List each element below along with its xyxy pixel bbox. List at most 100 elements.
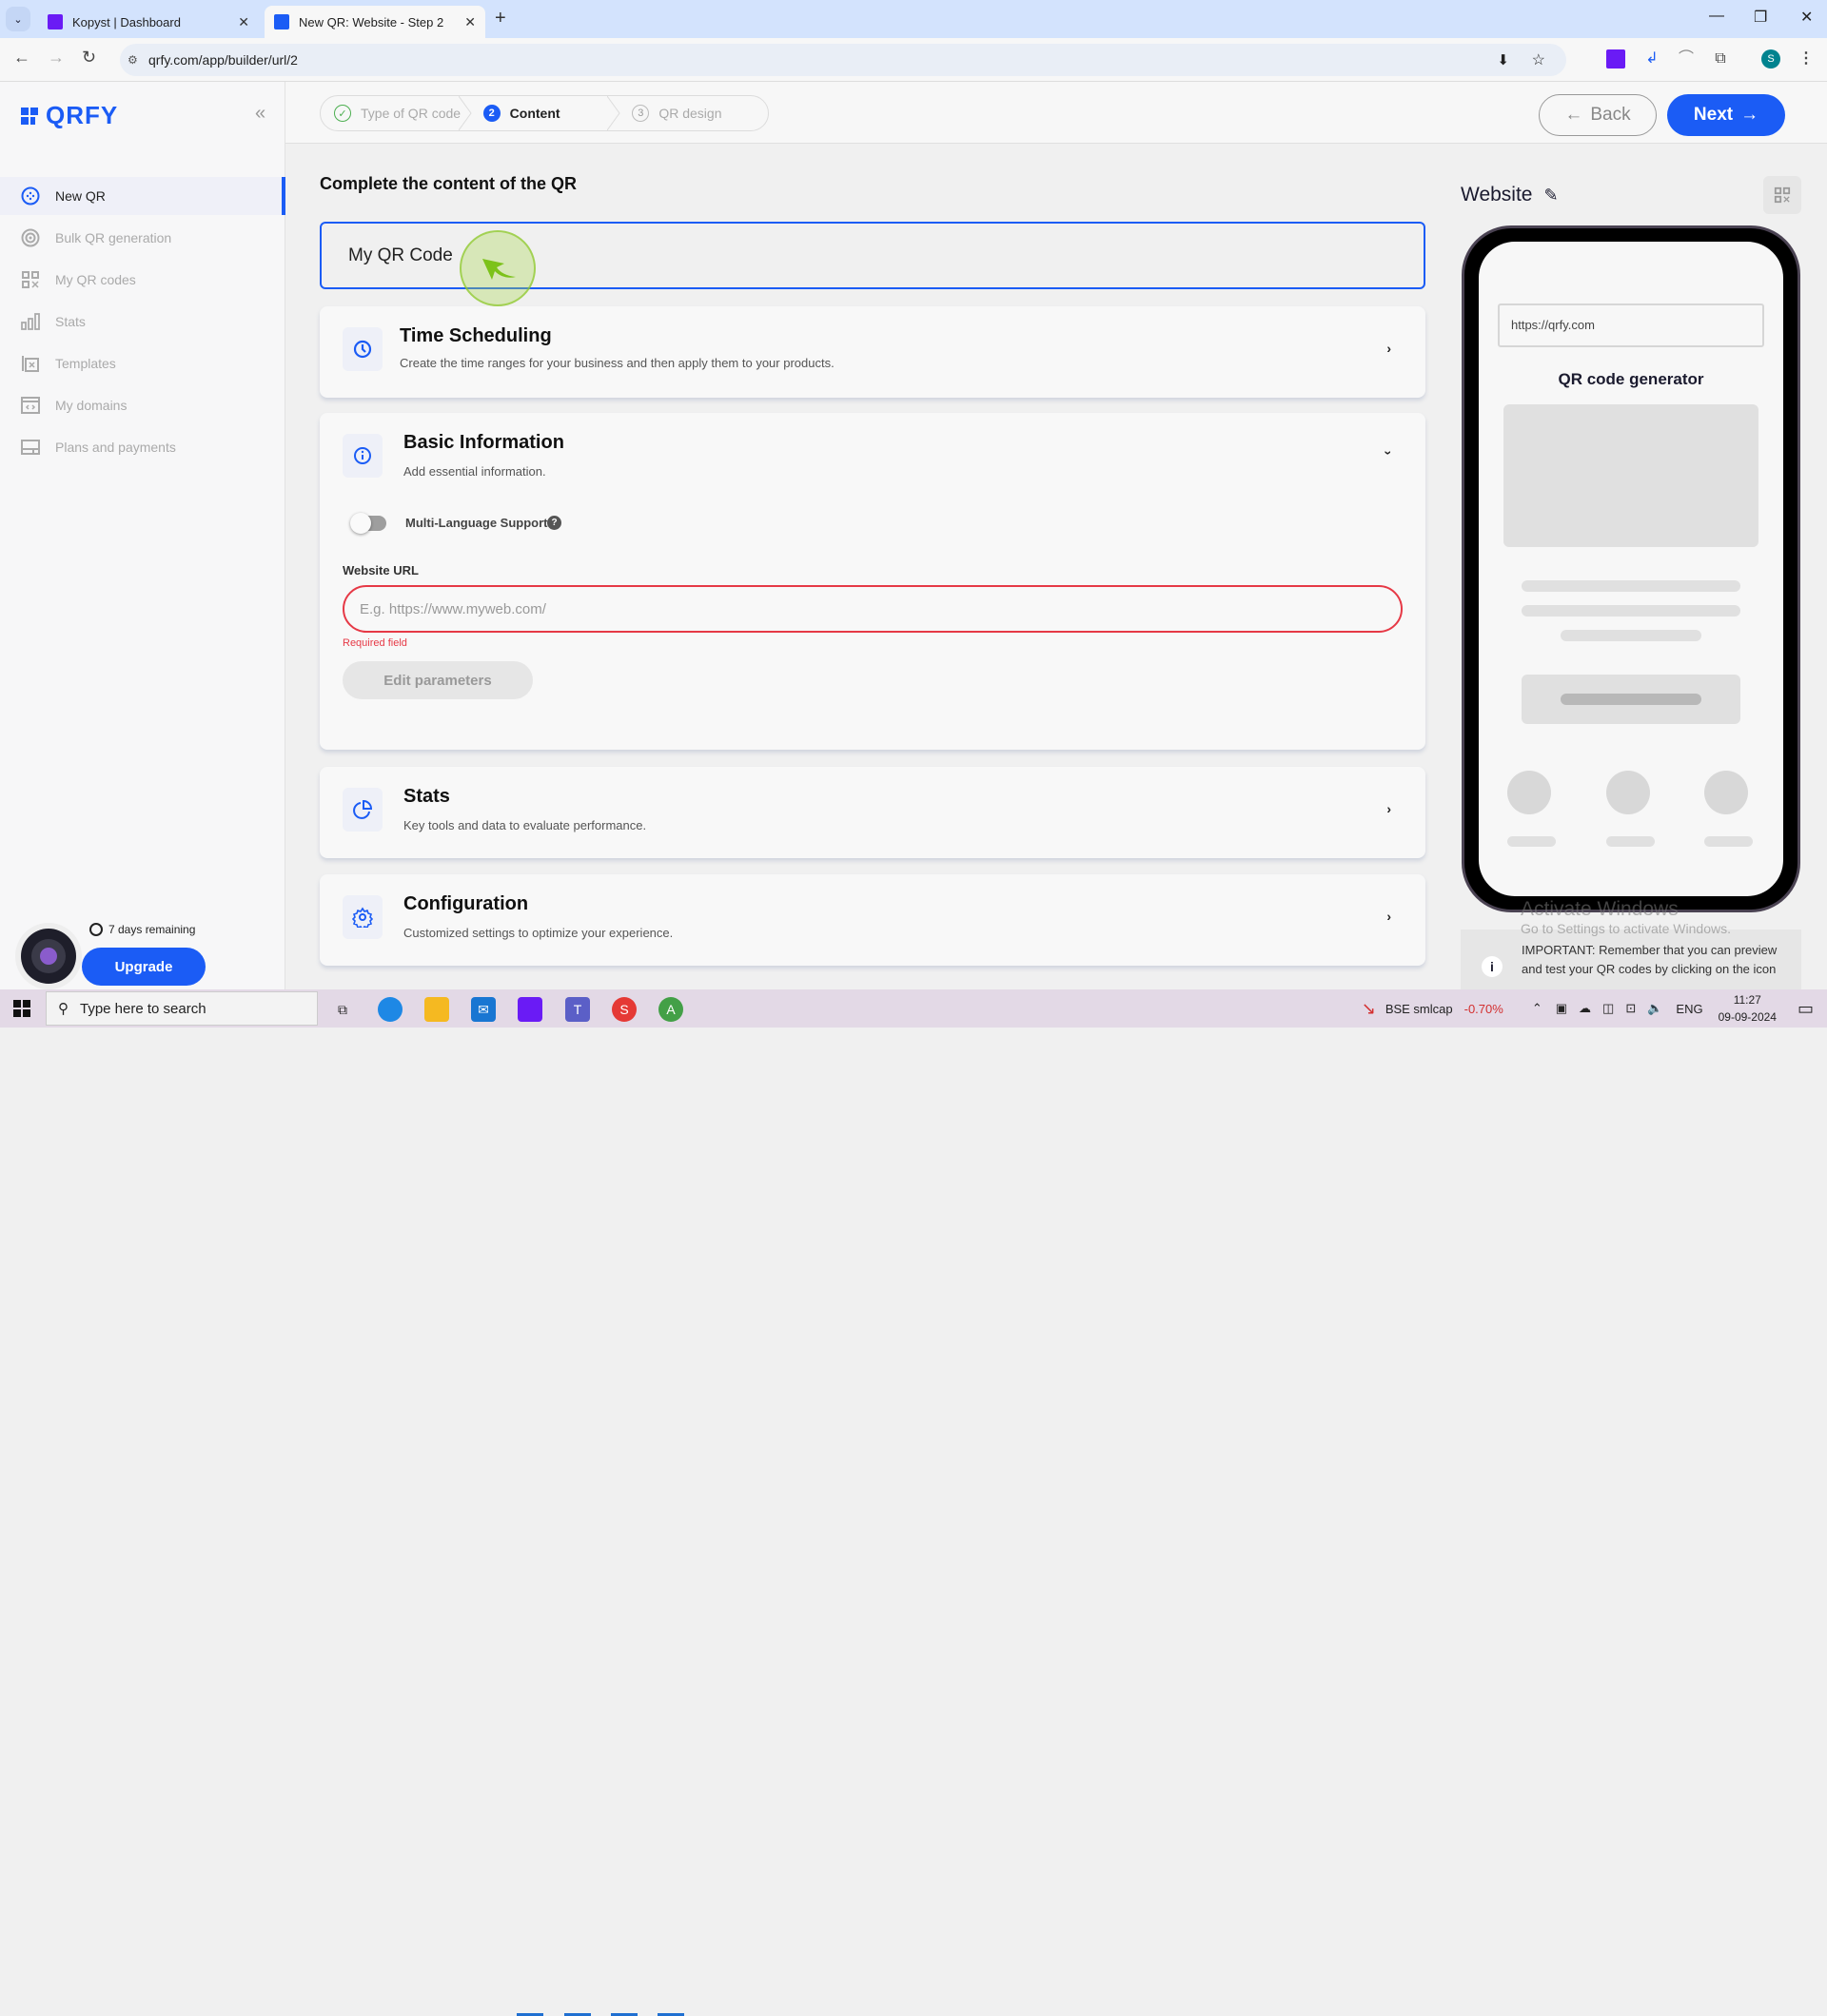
mail-icon[interactable]: ✉ [471,997,496,1022]
chevron-up-icon[interactable]: ⌃ [1532,1001,1542,1016]
section-stats[interactable]: Stats Key tools and data to evaluate per… [320,767,1425,858]
edit-parameters-button[interactable]: Edit parameters [343,661,533,699]
chevron-right-icon[interactable]: › [1386,801,1391,816]
windows-start-icon[interactable] [13,1000,30,1017]
file-explorer-icon[interactable] [424,997,449,1022]
back-nav-icon[interactable]: ← [13,48,30,68]
skeleton-line [1561,630,1701,641]
step-type-of-qr[interactable]: ✓ Type of QR code [321,96,472,130]
page-title: Complete the content of the QR [320,174,577,193]
sidebar-item-stats[interactable]: Stats [0,303,285,341]
kopyst-extension-icon[interactable] [1606,49,1625,69]
sidebar-item-my-qr-codes[interactable]: My QR codes [0,261,285,299]
site-settings-icon[interactable]: ⚙ [128,53,138,67]
qrfy-logo-icon [21,107,38,125]
chrome-profile-a-icon[interactable]: A [658,997,683,1022]
volume-icon[interactable]: 🔈 [1647,1001,1662,1016]
extension-arc-icon[interactable]: ⌒ [1677,49,1696,69]
section-desc: Key tools and data to evaluate performan… [403,818,647,832]
close-tab-icon[interactable]: ✕ [464,14,476,30]
teams-icon[interactable]: T [565,997,590,1022]
section-title: Basic Information [403,432,564,453]
phone-preview: https://qrfy.com QR code generator [1462,225,1800,912]
chevron-right-icon[interactable]: › [1386,909,1391,924]
help-icon[interactable]: ? [547,516,561,530]
skeleton-button [1522,675,1740,724]
skeleton-line [1507,836,1556,847]
kopyst-app-icon[interactable] [518,997,542,1022]
task-view-icon[interactable]: ⧉ [330,997,355,1022]
tab-title: Kopyst | Dashboard [72,14,181,29]
clock[interactable]: 11:27 09-09-2024 [1719,991,1777,1026]
sidebar-item-new-qr[interactable]: New QR [0,177,285,215]
camera-icon[interactable]: ◫ [1602,1001,1614,1016]
edge-icon[interactable] [378,997,403,1022]
skeleton-line [1522,580,1740,592]
collapse-sidebar-icon[interactable]: « [255,103,265,125]
onedrive-icon[interactable]: ☁ [1579,1001,1591,1016]
tab-search-button[interactable]: ⌄ [6,7,30,31]
bookmark-star-icon[interactable]: ☆ [1532,50,1545,69]
restore-button[interactable]: ❐ [1754,8,1767,27]
ticker-name[interactable]: BSE smlcap [1385,1002,1453,1016]
next-button[interactable]: Next → [1667,94,1785,136]
notifications-icon[interactable]: ▭ [1798,999,1814,1019]
close-window-button[interactable]: ✕ [1800,8,1813,27]
stepper: ✓ Type of QR code 2 Content 3 QR design [320,95,769,131]
profile-avatar[interactable]: S [1761,49,1780,69]
phone-screen: https://qrfy.com QR code generator [1479,242,1783,896]
skeleton-circle [1606,771,1650,814]
upgrade-button[interactable]: Upgrade [82,948,206,986]
chevron-right-icon[interactable]: › [1386,341,1391,356]
forward-nav-icon[interactable]: → [48,48,65,68]
sidebar-item-bulk-qr[interactable]: Bulk QR generation [0,219,285,257]
teams-tray-icon[interactable]: ▣ [1556,1001,1567,1016]
close-tab-icon[interactable]: ✕ [238,14,249,30]
sidebar-item-label: My QR codes [55,272,136,287]
reload-icon[interactable]: ↻ [82,48,96,68]
qrfy-logo[interactable]: QRFY [21,101,118,130]
bar-chart-icon [21,312,40,331]
network-icon[interactable]: ⊡ [1625,1001,1636,1016]
extensions-puzzle-icon[interactable]: ⧉ [1711,49,1730,69]
sidebar-item-templates[interactable]: Templates [0,344,285,382]
website-url-input[interactable] [343,585,1403,633]
pencil-edit-icon[interactable]: ✎ [1543,186,1558,206]
extension-icon[interactable]: ↲ [1642,49,1661,69]
language-indicator[interactable]: ENG [1676,1002,1702,1016]
install-app-icon[interactable]: ⬇ [1497,51,1509,69]
multi-language-toggle[interactable] [350,513,386,534]
url-text: qrfy.com/app/builder/url/2 [148,52,298,68]
browser-menu-icon[interactable]: ⋮ [1797,49,1816,69]
tab-kopyst[interactable]: Kopyst | Dashboard ✕ [38,6,259,38]
section-title: Stats [403,786,450,807]
skeleton-image [1503,404,1758,547]
sidebar-item-my-domains[interactable]: My domains [0,386,285,424]
kopyst-favicon-icon [48,14,63,29]
step-qr-design[interactable]: 3 QR design [619,96,768,130]
sidebar-item-plans-payments[interactable]: Plans and payments [0,428,285,466]
section-desc: Customized settings to optimize your exp… [403,926,674,940]
chevron-down-icon[interactable]: › [1382,451,1397,456]
section-time-scheduling[interactable]: Time Scheduling Create the time ranges f… [320,306,1425,398]
domain-icon [21,396,40,415]
chrome-profile-s-icon[interactable]: S [612,997,637,1022]
back-button[interactable]: ← Back [1539,94,1657,136]
step-content[interactable]: 2 Content [470,96,620,130]
qr-preview-button[interactable] [1763,176,1801,214]
qr-grid-icon [21,270,40,289]
target-icon [21,228,40,247]
builder-header: ✓ Type of QR code 2 Content 3 QR design … [285,82,1827,144]
url-bar[interactable]: ⚙ qrfy.com/app/builder/url/2 ⬇ ☆ [120,44,1566,76]
gear-icon [343,895,383,939]
skeleton-line [1522,605,1740,617]
phone-title: QR code generator [1558,370,1704,388]
minimize-button[interactable]: — [1709,8,1724,25]
card-icon [21,438,40,457]
new-tab-button[interactable]: + [495,8,506,29]
section-configuration[interactable]: Configuration Customized settings to opt… [320,874,1425,966]
sidebar-item-label: Plans and payments [55,440,176,455]
taskbar-search[interactable]: ⚲ Type here to search [46,991,318,1026]
tab-new-qr[interactable]: New QR: Website - Step 2 ✕ [265,6,485,38]
user-avatar[interactable] [21,929,76,984]
